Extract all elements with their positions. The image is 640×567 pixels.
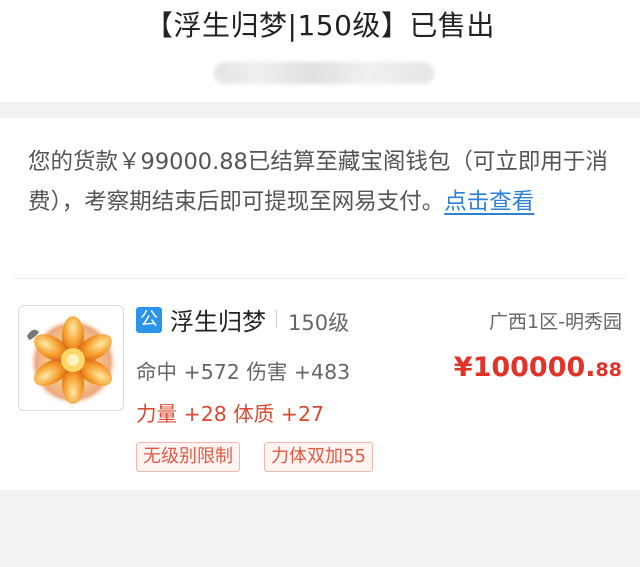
name-level-separator <box>276 310 277 328</box>
view-details-link[interactable]: 点击查看 <box>444 189 534 215</box>
item-price: ¥100000.88 <box>454 352 622 383</box>
item-name[interactable]: 浮生归梦 <box>170 302 266 337</box>
price-main: ¥100000. <box>453 352 596 383</box>
page-title: 【浮生归梦|150级】已售出 <box>145 9 495 42</box>
price-decimal: 88 <box>595 359 622 381</box>
item-stats-primary: 命中 +572 伤害 +483 <box>136 360 351 384</box>
item-stats-attributes: 力量 +28 体质 +27 <box>136 402 325 426</box>
settlement-notice: 您的货款￥99000.88已结算至藏宝阁钱包（可立即用于消费），考察期结束后即可… <box>28 142 618 222</box>
tag-no-level-limit: 无级别限制 <box>136 442 240 472</box>
tag-double-attribute: 力体双加55 <box>264 442 373 472</box>
server-name: 广西1区-明秀园 <box>489 311 622 333</box>
masked-order-id <box>214 62 434 84</box>
item-level: 150级 <box>288 311 350 335</box>
divider <box>14 278 626 279</box>
official-badge: 公 <box>136 307 162 333</box>
golden-flower-item-icon[interactable] <box>18 305 124 411</box>
